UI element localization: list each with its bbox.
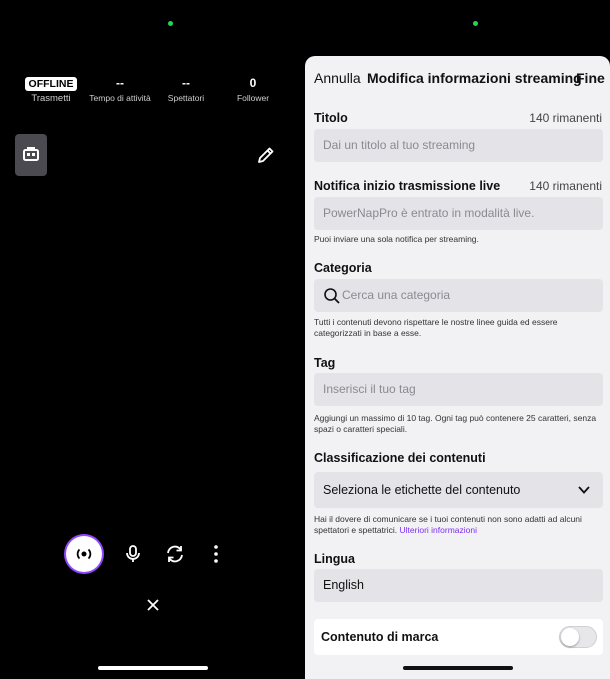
category-section-label: Categoria xyxy=(314,261,372,275)
tag-section-label: Tag xyxy=(314,356,336,370)
edit-stream-info-button[interactable] xyxy=(256,145,276,165)
notification-input[interactable]: PowerNapPro è entrato in modalità live. xyxy=(314,197,603,230)
title-remaining-count: 140 rimanenti xyxy=(529,111,602,125)
stat-followers: 0 Follower xyxy=(218,76,288,103)
notification-help-text: Puoi inviare una sola notifica per strea… xyxy=(314,234,479,244)
status-badge: OFFLINE xyxy=(24,77,78,91)
home-indicator xyxy=(98,666,208,670)
tag-input[interactable]: Inserisci il tuo tag xyxy=(314,373,603,406)
stat-label: Spettatori xyxy=(167,93,205,103)
cancel-button[interactable]: Annulla xyxy=(314,70,361,86)
home-indicator xyxy=(403,666,513,670)
category-help-text: Tutti i contenuti devono rispettare le n… xyxy=(314,317,558,338)
stat-label: Tempo di attività xyxy=(89,93,151,103)
more-vertical-icon xyxy=(214,545,218,563)
classification-select[interactable]: Seleziona le etichette del contenuto xyxy=(314,472,603,508)
search-icon xyxy=(324,288,340,304)
language-section-label: Lingua xyxy=(314,552,355,566)
learn-more-link[interactable]: Ulteriori informazioni xyxy=(400,525,477,535)
stream-manager-button[interactable] xyxy=(15,134,47,176)
pencil-icon xyxy=(258,147,274,163)
broadcast-screen: OFFLINE Trasmetti -- Tempo di attività -… xyxy=(0,0,305,679)
edit-stream-info-sheet: Annulla Modifica informazioni streaming … xyxy=(305,56,610,679)
branded-content-row: Contenuto di marca xyxy=(314,619,603,655)
stat-viewers: -- Spettatori xyxy=(151,76,221,103)
sheet-title: Modifica informazioni streaming xyxy=(367,70,582,86)
stat-value: -- xyxy=(182,76,190,90)
stat-value: -- xyxy=(116,76,124,90)
done-button[interactable]: Fine xyxy=(576,70,605,86)
stat-label: Trasmetti xyxy=(31,93,71,104)
camera-indicator-dot xyxy=(473,21,478,26)
microphone-icon xyxy=(126,545,140,562)
stat-label: Follower xyxy=(236,93,270,103)
close-icon xyxy=(147,599,159,611)
more-options-button[interactable] xyxy=(205,543,227,565)
title-input[interactable]: Dai un titolo al tuo streaming xyxy=(314,129,603,162)
notification-remaining-count: 140 rimanenti xyxy=(529,179,602,193)
branded-content-toggle[interactable] xyxy=(559,626,597,648)
camera-indicator-dot xyxy=(168,21,173,26)
chevron-down-icon xyxy=(578,486,590,494)
tag-help-text: Aggiungi un massimo di 10 tag. Ogni tag … xyxy=(314,413,597,434)
microphone-button[interactable] xyxy=(122,543,144,565)
category-search-placeholder: Cerca una categoria xyxy=(342,288,451,302)
notification-section-label: Notifica inizio trasmissione live xyxy=(314,179,501,193)
stat-broadcast: OFFLINE Trasmetti xyxy=(16,76,86,104)
stat-uptime: -- Tempo di attività xyxy=(85,76,155,103)
edit-stream-info-screen: Annulla Modifica informazioni streaming … xyxy=(305,0,610,679)
camera-flip-button[interactable] xyxy=(164,543,186,565)
camera-flip-icon xyxy=(167,545,183,563)
language-select[interactable]: English xyxy=(314,569,603,602)
go-live-button[interactable] xyxy=(66,536,102,572)
broadcast-icon xyxy=(76,548,92,560)
toggle-knob xyxy=(561,628,579,646)
category-search-input[interactable]: Cerca una categoria xyxy=(314,279,603,312)
branded-content-label: Contenuto di marca xyxy=(321,630,439,644)
classification-help-text: Hai il dovere di comunicare se i tuoi co… xyxy=(314,514,603,536)
close-button[interactable] xyxy=(143,595,163,615)
title-section-label: Titolo xyxy=(314,111,348,125)
stat-value: 0 xyxy=(249,76,257,90)
classification-select-value: Seleziona le etichette del contenuto xyxy=(323,483,521,497)
stream-manager-icon xyxy=(23,147,39,161)
classification-section-label: Classificazione dei contenuti xyxy=(314,451,486,465)
